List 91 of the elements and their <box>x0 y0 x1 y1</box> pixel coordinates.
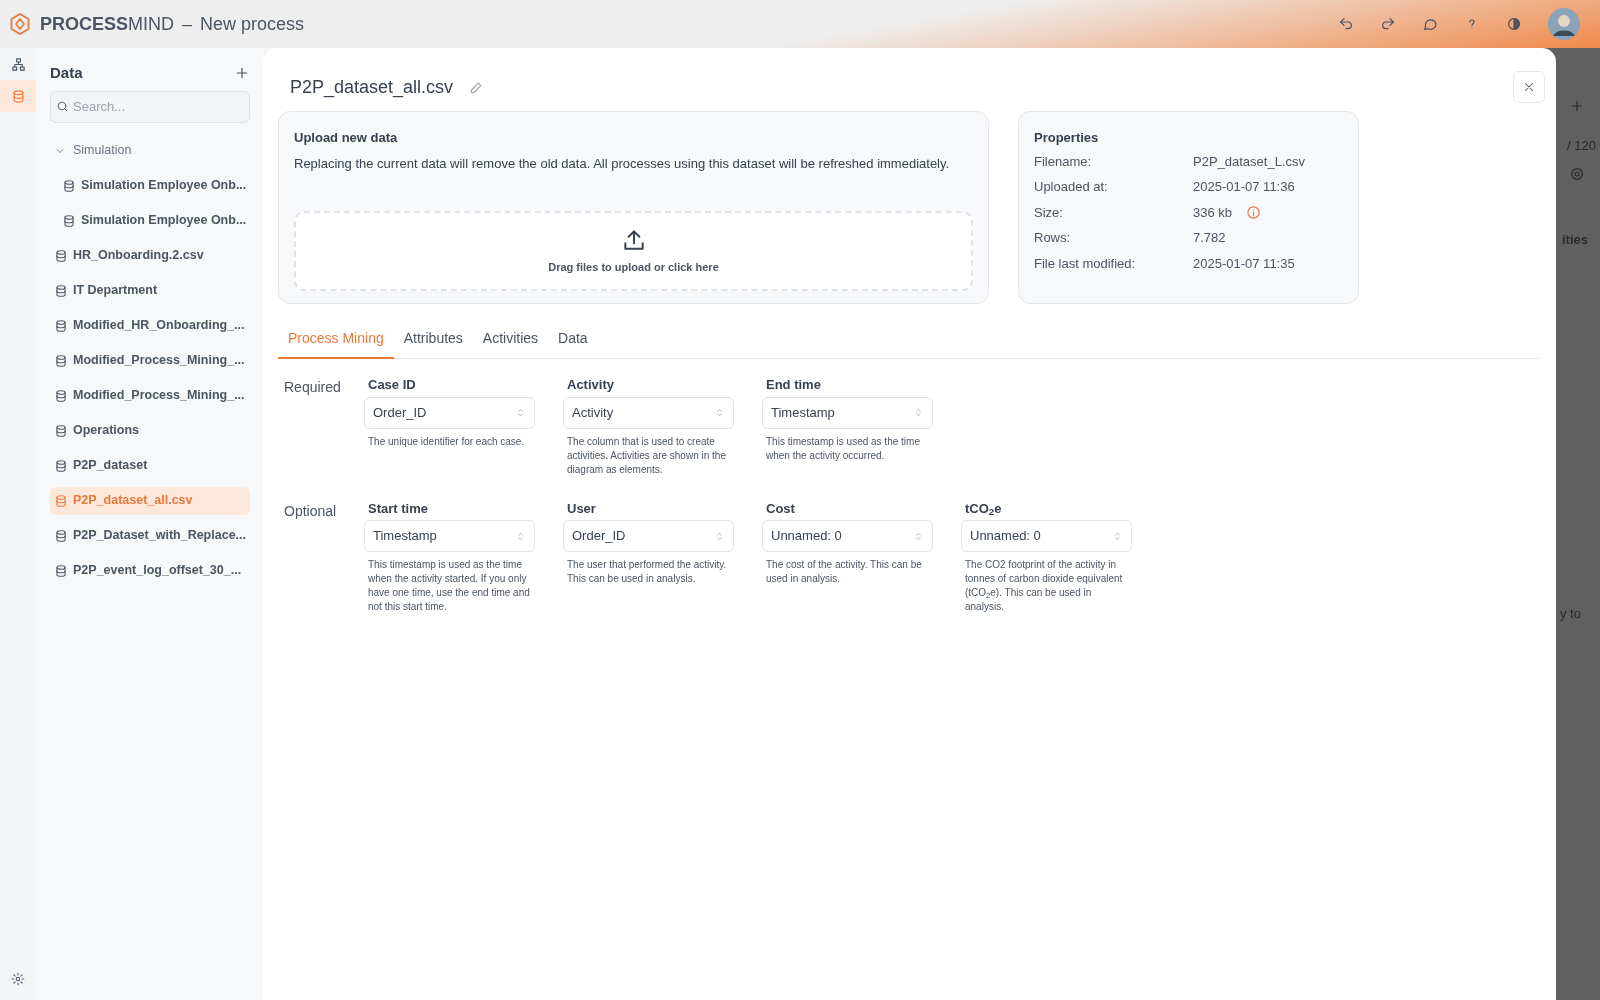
field-help: The column that is used to create activities. Activities are shown in the diagram as elements. <box>566 434 727 477</box>
select-field[interactable]: Timestamp <box>762 396 933 429</box>
select-field[interactable]: Timestamp <box>364 520 535 552</box>
dataset-item[interactable]: Simulation Employee Onb... <box>50 171 250 200</box>
search-field[interactable]: Search... <box>50 90 250 123</box>
database-icon <box>54 563 68 578</box>
database-icon <box>62 213 76 228</box>
database-icon <box>54 423 68 438</box>
select-field[interactable]: Unnamed: 0 <box>961 520 1132 552</box>
group-label: Optional <box>284 501 338 521</box>
sort-icon <box>714 407 725 418</box>
database-icon <box>54 318 68 333</box>
field-label: Start time <box>367 499 429 518</box>
dataset-item[interactable]: P2P_event_log_offset_30_... <box>50 556 250 585</box>
close-icon <box>1522 80 1536 94</box>
info-icon <box>1246 204 1262 220</box>
select-field[interactable]: Unnamed: 0 <box>762 520 933 552</box>
property-label: Filename: <box>1034 152 1093 171</box>
app-title: New process <box>200 12 305 36</box>
database-icon <box>54 248 68 263</box>
dataset-item[interactable]: Simulation Employee Onb... <box>50 206 250 235</box>
hexagon-logo-icon <box>8 12 32 36</box>
add-icon <box>1569 98 1585 114</box>
field-label: End time <box>765 376 822 394</box>
field-label: Cost <box>765 499 796 518</box>
field-help: The unique identifier for each case. <box>367 434 526 449</box>
field-help: The user that performed the activity. This can be used in analysis. <box>566 558 728 586</box>
field-help: The CO2 footprint of the activity in tonnes of carbon dioxide equivalent (tCO$_{2}$e). This can be used in analysis. <box>964 558 1124 614</box>
field-label: User <box>566 499 597 518</box>
database-icon <box>54 493 68 508</box>
field-label: tCO$_{2}$e <box>964 499 1003 518</box>
property-label: File last modified: <box>1034 254 1137 273</box>
dataset-item[interactable]: HR_Onboarding.2.csv <box>50 241 250 270</box>
redo-icon[interactable] <box>1380 16 1396 32</box>
database-icon <box>54 458 68 473</box>
dataset-item[interactable]: Modified_HR_Onboarding_... <box>50 311 250 340</box>
tab[interactable]: Data <box>548 328 598 359</box>
rail-tab[interactable] <box>0 80 36 112</box>
database-icon <box>54 283 68 298</box>
hierarchy-icon <box>10 56 26 72</box>
dataset-item[interactable]: P2P_Dataset_with_Replace... <box>50 521 250 550</box>
search-icon <box>56 99 69 113</box>
sort-icon <box>714 530 725 542</box>
database-icon <box>54 528 68 543</box>
database-icon <box>10 88 26 104</box>
tab[interactable]: Activities <box>472 328 549 359</box>
comment-icon[interactable] <box>1422 16 1438 32</box>
group-label: Required <box>284 378 342 397</box>
property-value: 2025-01-07 11:35 <box>1193 254 1295 273</box>
drop-label: Drag files to upload or click here <box>548 259 719 275</box>
property-label: Uploaded at: <box>1034 178 1109 196</box>
dataset-item[interactable]: P2P_dataset <box>50 451 250 480</box>
select-field[interactable]: Activity <box>563 396 734 429</box>
contrast-icon[interactable] <box>1506 16 1522 32</box>
field-help: The cost of the activity. This can be used in analysis. <box>765 558 923 586</box>
dataset-item[interactable]: Operations <box>50 416 250 445</box>
sort-icon <box>515 407 526 418</box>
field-label: Activity <box>566 376 615 394</box>
sort-icon <box>913 407 924 418</box>
app-logo-text: PROCESSMIND <box>40 12 175 36</box>
database-icon <box>62 178 76 193</box>
tab[interactable]: Attributes <box>393 328 473 359</box>
title-separator: – <box>182 12 193 36</box>
sort-icon <box>913 530 924 542</box>
avatar[interactable] <box>1548 8 1580 40</box>
upload-description: Replacing the current data will remove the old data. All processes using this dataset will be refreshed immediately. <box>294 154 951 173</box>
dataset-item[interactable]: Modified_Process_Mining_... <box>50 381 250 410</box>
property-value: 336 kb <box>1193 203 1233 222</box>
dataset-item[interactable]: Modified_Process_Mining_... <box>50 346 250 375</box>
select-field[interactable]: Order_ID <box>563 520 734 552</box>
database-icon <box>54 388 68 403</box>
field-help: This timestamp is used as the time when the activity started. If you only have one time, use the end time and not this start time. <box>367 558 531 614</box>
property-label: Rows: <box>1034 229 1072 247</box>
property-value: 7.782 <box>1193 229 1226 247</box>
sort-icon <box>1112 530 1123 542</box>
property-label: Size: <box>1034 203 1064 222</box>
dataset-item[interactable]: IT Department <box>50 276 250 305</box>
select-field[interactable]: Order_ID <box>364 396 535 429</box>
drop-zone[interactable]: Drag files to upload or click here <box>294 211 973 291</box>
card-title: Upload new data <box>294 129 399 147</box>
database-icon <box>54 353 68 368</box>
sidebar-title: Data <box>50 63 83 83</box>
dataset-title: P2P_dataset_all.csv <box>290 75 454 100</box>
field-label: Case ID <box>367 376 417 394</box>
sort-icon <box>515 530 526 542</box>
property-value: 2025-01-07 11:36 <box>1193 178 1295 196</box>
undo-icon[interactable] <box>1338 16 1354 32</box>
field-help: This timestamp is used as the time when the activity occurred. <box>765 434 921 463</box>
property-value: P2P_dataset_L.csv <box>1193 152 1306 171</box>
folder-item[interactable]: Simulation <box>50 136 250 165</box>
card-title: Properties <box>1034 129 1100 147</box>
